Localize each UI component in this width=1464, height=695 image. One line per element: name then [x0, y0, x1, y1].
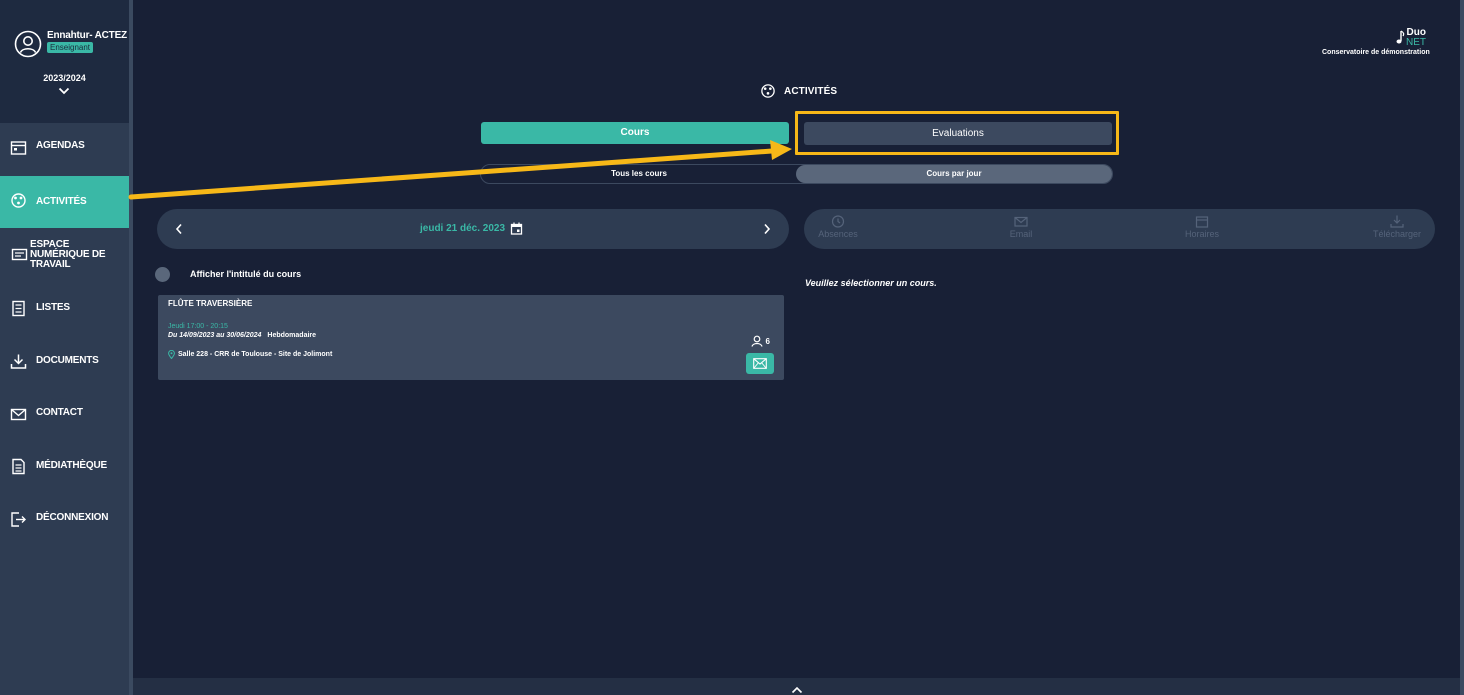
sidebar-item-contact[interactable]: CONTACT: [0, 387, 129, 439]
chevron-down-icon[interactable]: [58, 86, 70, 96]
chevron-up-icon[interactable]: [791, 686, 803, 694]
mail-icon: [1014, 216, 1028, 227]
sidebar-item-label: DÉCONNEXION: [36, 512, 109, 523]
page-title: ACTIVITÉS: [760, 83, 837, 99]
sidebar-item-activites[interactable]: ACTIVITÉS: [0, 176, 129, 228]
lists-icon: [12, 300, 25, 317]
download-icon: [10, 354, 27, 369]
bottom-bar: [133, 678, 1460, 695]
logout-icon: [11, 512, 26, 527]
scrollbar-track[interactable]: [1460, 0, 1464, 695]
sidebar-item-label: AGENDAS: [36, 140, 85, 151]
user-name: Ennahtur- ACTEZ: [47, 30, 127, 41]
absences-label: Absences: [818, 229, 858, 239]
sidebar-item-documents[interactable]: DOCUMENTS: [0, 335, 129, 387]
music-note-icon: [1396, 30, 1405, 44]
user-profile: Ennahtur- ACTEZ Enseignant 2023/2024: [0, 0, 129, 123]
download-icon: [1390, 215, 1404, 228]
horaires-button[interactable]: Horaires: [1167, 215, 1237, 239]
student-count: 6: [750, 335, 770, 347]
sidebar-item-label: LISTES: [36, 302, 70, 313]
course-email-button[interactable]: [746, 353, 774, 374]
calendar-icon: [10, 141, 27, 155]
email-label: Email: [1009, 229, 1033, 239]
brand-net: NET: [1406, 37, 1426, 48]
sidebar: Ennahtur- ACTEZ Enseignant 2023/2024 AGE…: [0, 0, 129, 695]
current-date[interactable]: jeudi 21 déc. 2023: [420, 223, 505, 234]
workspace-icon: [11, 248, 28, 261]
calendar-picker-icon[interactable]: [510, 222, 523, 235]
course-dates: Du 14/09/2023 au 30/06/2024: [168, 332, 262, 339]
absences-button[interactable]: Absences: [803, 215, 873, 239]
mail-icon: [753, 358, 767, 369]
select-course-message: Veuillez sélectionner un cours.: [805, 278, 937, 288]
media-icon: [12, 458, 25, 475]
course-actions-bar: Absences Email Horaires Télécharger: [804, 209, 1435, 249]
course-time: Jeudi 17:00 - 20:15: [168, 323, 228, 330]
annotation-highlight-box: [795, 111, 1119, 155]
sidebar-item-deconnexion[interactable]: DÉCONNEXION: [0, 492, 129, 544]
tab-cours[interactable]: Cours: [481, 122, 789, 144]
user-icon: [750, 335, 763, 347]
sidebar-item-listes[interactable]: LISTES: [0, 282, 129, 334]
sidebar-item-agendas[interactable]: AGENDAS: [0, 120, 129, 172]
course-room: Salle 228 - CRR de Toulouse - Site de Jo…: [168, 350, 332, 359]
show-title-label: Afficher l'intitulé du cours: [190, 269, 302, 279]
student-count-value: 6: [765, 336, 770, 346]
sidebar-item-label: DOCUMENTS: [36, 355, 99, 366]
school-year-selector[interactable]: 2023/2024: [0, 73, 129, 83]
telecharger-button[interactable]: Télécharger: [1362, 215, 1432, 239]
user-role-badge: Enseignant: [47, 42, 94, 53]
brand-logo: Duo NET: [1406, 28, 1426, 48]
toggle-courses-per-day[interactable]: Cours par jour: [796, 165, 1112, 183]
sidebar-item-label: ESPACE NUMÉRIQUE DE TRAVAIL: [30, 239, 106, 270]
chevron-left-icon[interactable]: [175, 223, 183, 235]
user-avatar-icon: [14, 30, 42, 58]
sidebar-item-label: MÉDIATHÈQUE: [36, 460, 107, 471]
course-room-text: Salle 228 - CRR de Toulouse - Site de Jo…: [178, 351, 333, 358]
page-title-text: ACTIVITÉS: [784, 85, 838, 97]
course-period: Du 14/09/2023 au 30/06/2024 Hebdomadaire: [168, 332, 316, 339]
email-button[interactable]: Email: [986, 215, 1056, 239]
horaires-label: Horaires: [1184, 229, 1219, 239]
chevron-right-icon[interactable]: [763, 223, 771, 235]
toggle-all-courses[interactable]: Tous les cours: [481, 165, 797, 183]
clock-icon: [831, 215, 845, 228]
course-card[interactable]: FLÛTE TRAVERSIÈRE Jeudi 17:00 - 20:15 Du…: [158, 295, 784, 380]
view-toggle: Tous les cours Cours par jour: [480, 164, 1113, 184]
course-frequency: Hebdomadaire: [267, 332, 317, 339]
sidebar-item-espace-numerique[interactable]: ESPACE NUMÉRIQUE DE TRAVAIL: [0, 229, 129, 281]
telecharger-label: Télécharger: [1372, 229, 1422, 239]
sidebar-divider: [129, 0, 133, 695]
brand-subtitle: Conservatoire de démonstration: [1322, 49, 1430, 56]
activities-icon: [761, 84, 775, 98]
sidebar-item-label: CONTACT: [36, 407, 83, 418]
location-pin-icon: [168, 350, 175, 359]
activities-icon: [11, 193, 26, 208]
sidebar-item-mediatheque[interactable]: MÉDIATHÈQUE: [0, 440, 129, 492]
sidebar-item-label: ACTIVITÉS: [36, 196, 87, 207]
course-title: FLÛTE TRAVERSIÈRE: [168, 299, 253, 308]
calendar-icon: [1195, 216, 1209, 228]
show-title-switch[interactable]: [155, 267, 170, 282]
mail-icon: [10, 408, 27, 421]
date-navigator: jeudi 21 déc. 2023: [157, 209, 789, 249]
